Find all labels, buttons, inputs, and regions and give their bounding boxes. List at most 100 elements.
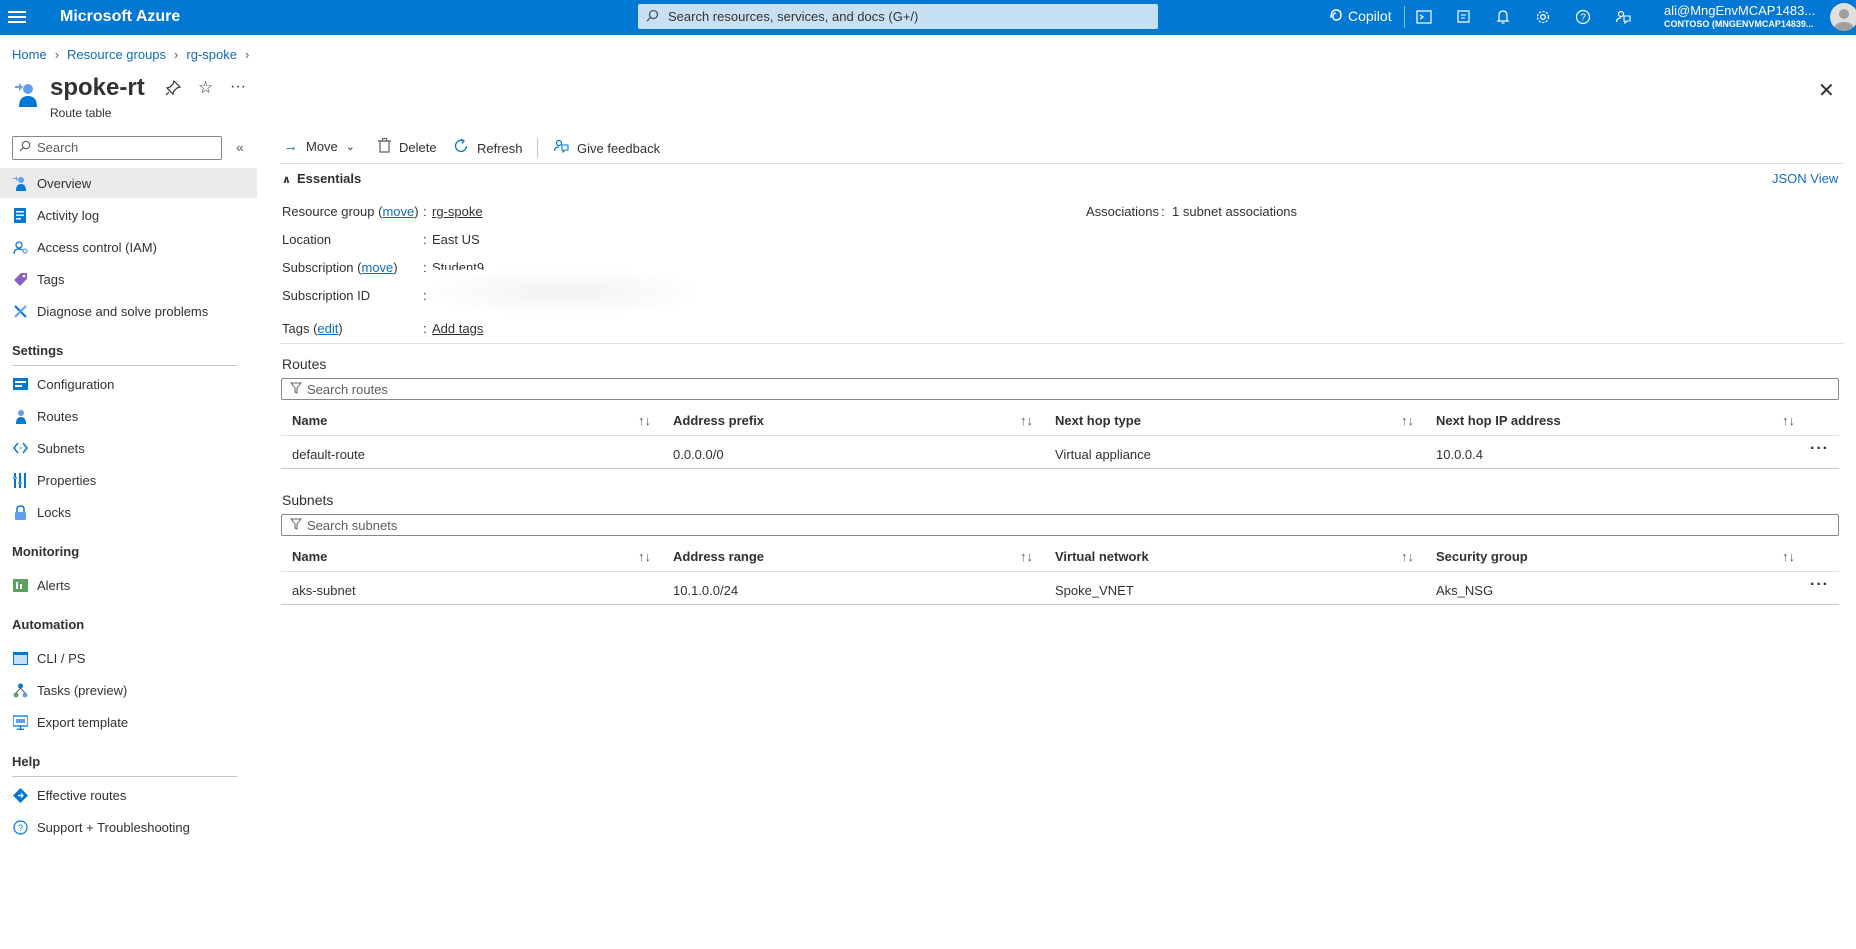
sidebar-item-label: Properties: [37, 472, 97, 488]
breadcrumb-resource-groups[interactable]: Resource groups: [67, 47, 166, 62]
subnets-search-input[interactable]: Search subnets: [281, 514, 1839, 536]
settings-gear-icon[interactable]: [1532, 6, 1554, 28]
sidebar-item-routes[interactable]: Routes: [0, 401, 257, 431]
account-menu[interactable]: ali@MngEnvMCAP1483... CONTOSO (MNGENVMCA…: [1664, 3, 1815, 29]
give-feedback-button[interactable]: Give feedback: [553, 138, 660, 158]
copilot-icon: [1328, 7, 1344, 26]
configuration-icon: [12, 376, 28, 392]
breadcrumb-home[interactable]: Home: [12, 47, 47, 62]
column-header-name[interactable]: Name: [292, 549, 327, 564]
sidebar-item-effective-routes[interactable]: Effective routes: [0, 780, 257, 810]
toolbar-divider: [537, 138, 538, 158]
essentials-toggle[interactable]: ∧ Essentials: [282, 171, 361, 186]
sidebar-item-properties[interactable]: Properties: [0, 465, 257, 495]
resource-group-value[interactable]: rg-spoke: [432, 204, 483, 219]
sidebar-item-export-template[interactable]: Export template: [0, 707, 257, 737]
search-icon: [19, 140, 31, 155]
support-icon: ?: [12, 819, 28, 835]
lock-icon: [12, 504, 28, 520]
more-options-icon[interactable]: ···: [230, 78, 246, 96]
close-icon[interactable]: ✕: [1818, 78, 1835, 103]
move-button[interactable]: → Move ⌄: [283, 138, 355, 155]
add-tags-link[interactable]: Add tags: [432, 321, 483, 336]
sort-icon[interactable]: ↑↓: [1782, 413, 1795, 428]
alerts-icon: [12, 577, 28, 593]
sidebar-item-access-control[interactable]: Access control (IAM): [0, 232, 257, 262]
associations-label: Associations: [1086, 204, 1159, 219]
export-template-icon: [12, 714, 28, 730]
colon: :: [423, 204, 427, 219]
sort-icon[interactable]: ↑↓: [1401, 413, 1414, 428]
column-header-virtual-network[interactable]: Virtual network: [1055, 549, 1149, 564]
topbar-divider: [1404, 6, 1405, 28]
sidebar-item-configuration[interactable]: Configuration: [0, 369, 257, 399]
iam-icon: [12, 239, 28, 255]
breadcrumb-rg-spoke[interactable]: rg-spoke: [186, 47, 237, 62]
move-resource-group-link[interactable]: move: [382, 204, 414, 219]
top-bar: Microsoft Azure Search resources, servic…: [0, 0, 1856, 35]
sidebar-item-locks[interactable]: Locks: [0, 497, 257, 527]
notifications-icon[interactable]: [1492, 6, 1514, 28]
column-header-address-prefix[interactable]: Address prefix: [673, 413, 764, 428]
sidebar-item-cli-ps[interactable]: CLI / PS: [0, 643, 257, 673]
sidebar-search-input[interactable]: Search: [12, 136, 222, 160]
feedback-icon: [553, 138, 569, 158]
global-search-input[interactable]: Search resources, services, and docs (G+…: [638, 4, 1158, 29]
sidebar-item-activity-log[interactable]: Activity log: [0, 200, 257, 230]
chevron-up-icon: ∧: [282, 174, 291, 186]
refresh-button[interactable]: Refresh: [453, 138, 523, 158]
column-header-address-range[interactable]: Address range: [673, 549, 764, 564]
routes-search-input[interactable]: Search routes: [281, 378, 1839, 400]
sidebar-item-tags[interactable]: Tags: [0, 264, 257, 294]
collapse-sidebar-icon[interactable]: «: [236, 139, 244, 155]
row-more-options-icon[interactable]: ···: [1810, 440, 1829, 458]
route-name: default-route: [292, 447, 365, 462]
help-icon[interactable]: ?: [1572, 6, 1594, 28]
pin-icon[interactable]: [165, 79, 182, 99]
arrow-right-icon: →: [283, 138, 298, 155]
toolbar-divider-line: [280, 163, 1844, 164]
sidebar-item-diagnose[interactable]: Diagnose and solve problems: [0, 296, 257, 326]
copilot-button[interactable]: Copilot: [1348, 8, 1392, 24]
sort-icon[interactable]: ↑↓: [1401, 549, 1414, 564]
feedback-icon[interactable]: [1612, 6, 1634, 28]
subnets-search-placeholder: Search subnets: [307, 518, 398, 533]
column-header-security-group[interactable]: Security group: [1436, 549, 1528, 564]
sort-icon[interactable]: ↑↓: [1020, 549, 1033, 564]
column-header-name[interactable]: Name: [292, 413, 327, 428]
column-header-next-hop-ip[interactable]: Next hop IP address: [1436, 413, 1561, 428]
avatar[interactable]: [1830, 3, 1856, 31]
routes-search-placeholder: Search routes: [307, 382, 388, 397]
directory-filter-icon[interactable]: [1453, 6, 1475, 28]
diagnose-icon: [12, 303, 28, 319]
sidebar-divider: [12, 365, 237, 366]
sidebar-item-alerts[interactable]: Alerts: [0, 570, 257, 600]
star-icon[interactable]: ☆: [198, 78, 213, 98]
move-subscription-link[interactable]: move: [362, 260, 394, 275]
overview-icon: [12, 175, 28, 191]
edit-tags-link[interactable]: edit: [317, 321, 338, 336]
sidebar-item-subnets[interactable]: Subnets: [0, 433, 257, 463]
sidebar-item-tasks[interactable]: Tasks (preview): [0, 675, 257, 705]
json-view-link[interactable]: JSON View: [1772, 171, 1838, 186]
sort-icon[interactable]: ↑↓: [1020, 413, 1033, 428]
route-address-prefix: 0.0.0.0/0: [673, 447, 724, 462]
brand-name[interactable]: Microsoft Azure: [60, 8, 180, 26]
subnet-address-range: 10.1.0.0/24: [673, 583, 739, 598]
sort-icon[interactable]: ↑↓: [638, 413, 651, 428]
cloud-shell-icon[interactable]: [1413, 6, 1435, 28]
chevron-right-icon: ›: [54, 47, 60, 62]
delete-button[interactable]: Delete: [378, 138, 437, 157]
sidebar-item-label: Export template: [37, 714, 129, 730]
sidebar-item-overview[interactable]: Overview: [0, 168, 257, 198]
row-more-options-icon[interactable]: ···: [1810, 576, 1829, 594]
subscription-id-redacted: [432, 270, 692, 314]
column-header-next-hop-type[interactable]: Next hop type: [1055, 413, 1141, 428]
sort-icon[interactable]: ↑↓: [638, 549, 651, 564]
svg-text:?: ?: [17, 823, 22, 833]
menu-icon[interactable]: [8, 8, 26, 26]
sort-icon[interactable]: ↑↓: [1782, 549, 1795, 564]
routes-section-title: Routes: [282, 356, 327, 372]
sidebar-item-support[interactable]: ? Support + Troubleshooting: [0, 812, 257, 842]
subnet-virtual-network: Spoke_VNET: [1055, 583, 1134, 598]
